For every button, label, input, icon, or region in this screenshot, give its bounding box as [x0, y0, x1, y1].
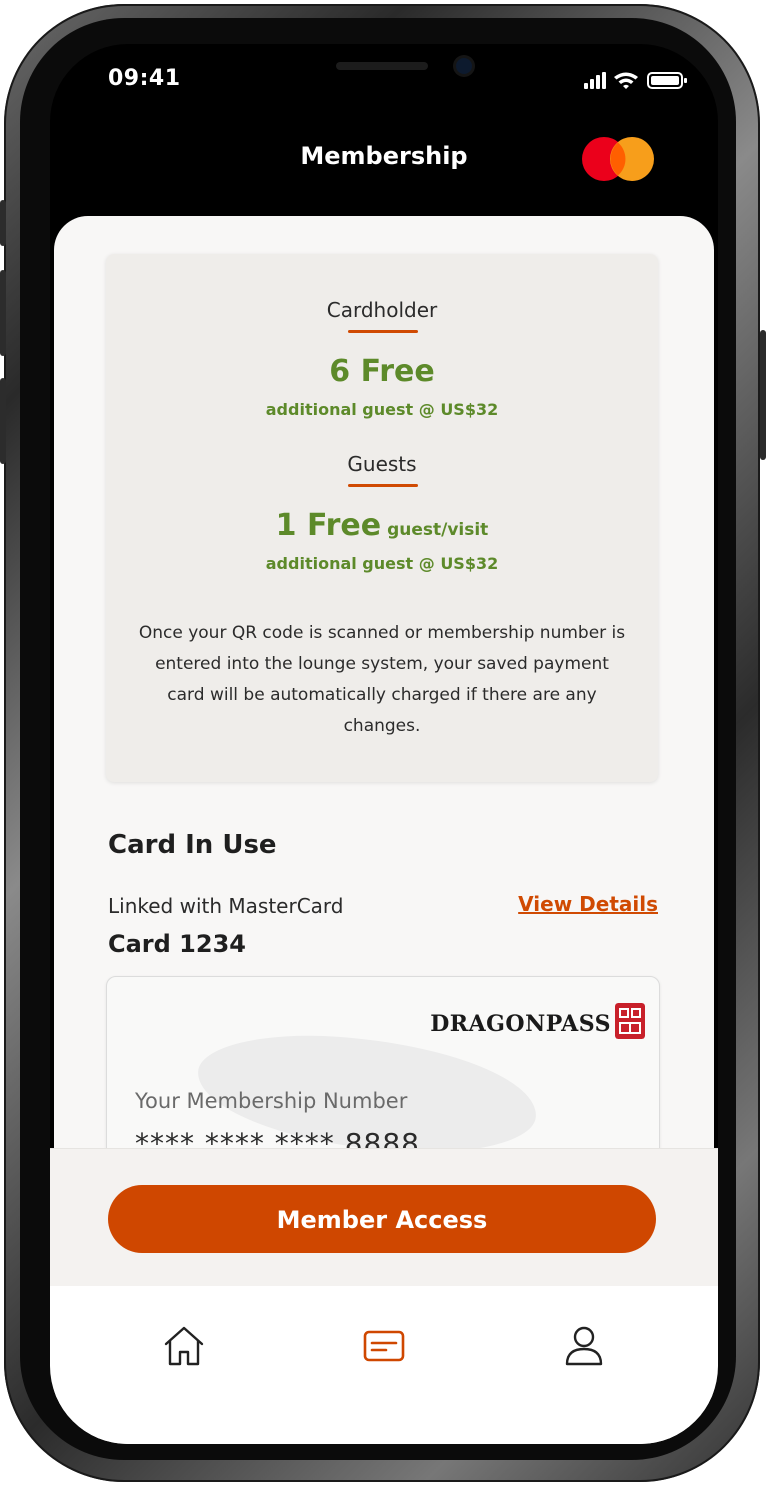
profile-icon[interactable]: [560, 1322, 608, 1370]
benefits-panel: Cardholder 6 Free additional guest @ US$…: [106, 254, 658, 782]
dragonpass-seal-icon: [615, 1003, 645, 1039]
cardholder-underline: [348, 330, 418, 333]
cardholder-label: Cardholder: [326, 298, 438, 322]
volume-up-button: [0, 270, 6, 356]
linked-card-text: Linked with MasterCard: [108, 894, 344, 918]
status-icons: [584, 72, 687, 89]
guests-label: Guests: [347, 452, 417, 476]
guests-free-count: 1 Free: [275, 508, 382, 543]
status-time: 09:41: [108, 66, 181, 91]
guests-free-suffix: guest/visit: [387, 520, 489, 540]
view-details-link[interactable]: View Details: [518, 892, 658, 916]
mute-switch: [0, 200, 6, 246]
member-access-button[interactable]: Member Access: [108, 1185, 656, 1253]
charge-notice: Once your QR code is scanned or membersh…: [138, 623, 626, 736]
phone-screen: 09:41 Membership Cardholder 6 Free addit…: [50, 44, 718, 1444]
guests-underline: [348, 484, 418, 487]
dragonpass-logo-text: DRAGONPASS: [430, 1011, 611, 1037]
volume-down-button: [0, 378, 6, 464]
card-in-use-number: Card 1234: [108, 930, 246, 958]
mastercard-logo-icon: [582, 137, 654, 181]
signal-icon: [584, 72, 606, 89]
home-icon[interactable]: [160, 1322, 208, 1370]
card-in-use-heading: Card In Use: [108, 830, 277, 860]
membership-number-label: Your Membership Number: [135, 1089, 408, 1113]
card-icon[interactable]: [360, 1322, 408, 1370]
power-button: [760, 330, 766, 460]
action-bar: Member Access: [50, 1148, 718, 1287]
wifi-icon: [614, 72, 638, 89]
cardholder-free-count: 6 Free: [329, 354, 435, 389]
guests-additional-fee: additional guest @ US$32: [265, 554, 499, 573]
front-camera: [456, 58, 472, 74]
battery-icon: [647, 72, 687, 89]
cardholder-additional-fee: additional guest @ US$32: [265, 400, 499, 419]
tab-bar: [50, 1286, 718, 1444]
earpiece-speaker: [336, 62, 428, 70]
guests-free-line: 1 Free guest/visit: [106, 508, 658, 543]
